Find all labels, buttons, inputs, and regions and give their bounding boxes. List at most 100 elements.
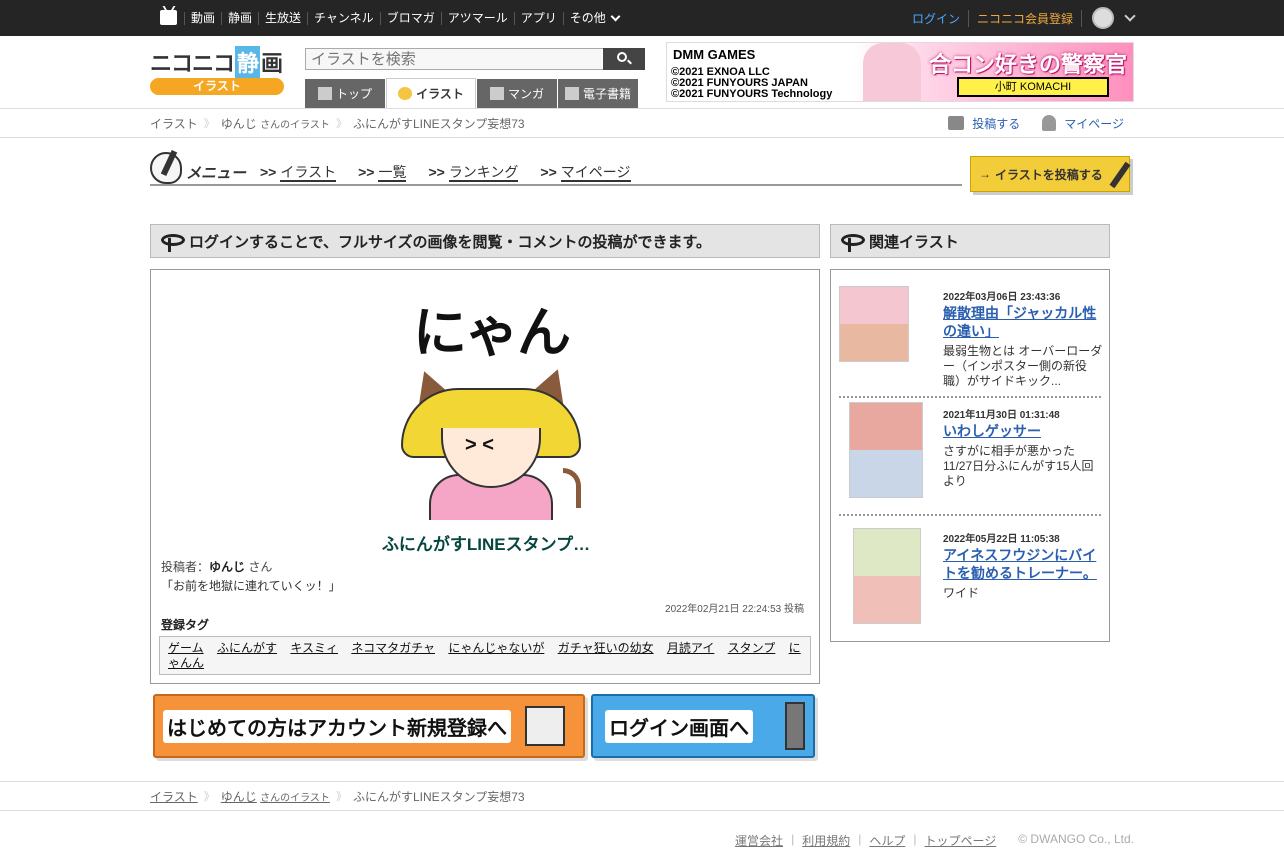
global-nav-blomaga[interactable]: ブロマガ <box>379 11 441 25</box>
post-illust-button-label: イラストを投稿する <box>995 167 1103 182</box>
thumbnail-panel <box>850 450 922 497</box>
thumbnail-panel <box>840 324 908 361</box>
search-icon <box>617 52 627 62</box>
footer-link-company[interactable]: 運営会社 <box>735 832 783 849</box>
user-icon <box>1042 115 1057 131</box>
breadcrumb-root[interactable]: イラスト <box>150 788 198 805</box>
tab-manga-label: マンガ <box>507 87 544 101</box>
tag-item[interactable]: ゲーム <box>168 641 204 655</box>
global-nav-live[interactable]: 生放送 <box>258 11 307 25</box>
related-date: 2022年05月22日 11:05:38 <box>943 534 1060 545</box>
avatar[interactable] <box>1092 7 1114 29</box>
global-nav-more-label: その他 <box>569 10 606 25</box>
global-nav-seiga[interactable]: 静画 <box>221 11 258 25</box>
tag-item[interactable]: キスミィ <box>290 641 338 655</box>
tab-ebook[interactable]: 電子書籍 <box>558 79 638 108</box>
related-thumbnail[interactable] <box>853 528 921 624</box>
related-item[interactable]: 2021年11月30日 01:31:48 いわしゲッサー さすがに相手が悪かった… <box>839 396 1103 516</box>
global-nav-video[interactable]: 動画 <box>184 11 221 25</box>
footer-link-terms[interactable]: 利用規約 <box>802 832 850 849</box>
thumbnail-panel <box>854 529 920 576</box>
related-thumbnail[interactable] <box>849 402 923 498</box>
menu-item-mypage[interactable]: >> マイページ <box>540 162 631 182</box>
tag-item[interactable]: ネコマタガチャ <box>351 641 435 655</box>
poster-line: 投稿者：ゆんじ さん <box>161 558 272 575</box>
breadcrumb-separator: 》 <box>203 791 215 803</box>
breadcrumb-separator: 》 <box>203 118 215 130</box>
footer-link-help[interactable]: ヘルプ <box>869 832 905 849</box>
tag-item[interactable]: ふにんがす <box>217 641 277 655</box>
post-link[interactable]: 投稿する <box>972 115 1020 132</box>
post-illust-button[interactable]: → イラストを投稿する <box>970 156 1131 192</box>
tag-item[interactable]: ガチャ狂いの幼女 <box>558 641 654 655</box>
global-nav-atsumaru[interactable]: アツマール <box>440 11 514 25</box>
divider <box>839 514 1101 516</box>
illust-image[interactable]: にゃん <box>391 288 591 520</box>
site-logo[interactable]: ニコニコ静画 イラスト <box>150 46 286 96</box>
menu-item-illust[interactable]: >> イラスト <box>260 162 337 182</box>
related-item[interactable]: 2022年05月22日 11:05:38 アイネスフウジンにバイトを勧めるトレー… <box>839 520 1103 640</box>
illust-title: ふにんがすLINEスタンプ… <box>381 535 591 554</box>
footer-link-top[interactable]: トップページ <box>924 832 996 849</box>
tab-top-label: トップ <box>335 87 372 101</box>
breadcrumb: イラスト 》 ゆんじ さんのイラスト 》 ふにんがすLINEスタンプ妄想73 <box>150 109 525 137</box>
illust-menu: メニュー >> イラスト >> 一覧 >> ランキング >> マイページ <box>150 150 962 188</box>
menu-item-list[interactable]: >> 一覧 <box>358 162 407 182</box>
related-item[interactable]: 2022年03月06日 23:43:36 解散理由「ジャッカル性の違い」 最弱生… <box>839 278 1103 398</box>
tab-ebook-label: 電子書籍 <box>582 87 631 101</box>
ad-brand: DMM GAMES <box>673 47 756 62</box>
footer-separator: | <box>913 832 917 846</box>
breadcrumb-bar: イラスト 》 ゆんじ さんのイラスト 》 ふにんがすLINEスタンプ妄想73 投… <box>0 108 1284 138</box>
palette-icon <box>150 152 182 184</box>
sprout-icon <box>839 232 865 252</box>
related-title[interactable]: 解散理由「ジャッカル性の違い」 <box>943 304 1103 340</box>
ad-title: 合コン好きの警察官 <box>929 52 1128 77</box>
menu-label: メニュー <box>186 165 247 182</box>
footer-copyright: © DWANGO Co., Ltd. <box>1018 832 1134 846</box>
menu-prefix: >> <box>260 164 277 180</box>
tab-top[interactable]: トップ <box>305 79 385 108</box>
menu-item-label: ランキング <box>448 164 519 182</box>
breadcrumb-user[interactable]: ゆんじ <box>221 788 257 805</box>
related-desc: 最弱生物とは オーバーローダー（インポスター側の新役職）がサイドキック... <box>943 344 1103 388</box>
mypage-link[interactable]: マイページ <box>1064 115 1124 132</box>
menu-prefix: >> <box>540 164 557 180</box>
breadcrumb-separator: 》 <box>335 791 347 803</box>
ad-banner[interactable]: DMM GAMES ©2021 EXNOA LLC ©2021 FUNYOURS… <box>666 42 1134 102</box>
related-title[interactable]: アイネスフウジンにバイトを勧めるトレーナー。 <box>943 546 1103 582</box>
illust-description: 「お前を地獄に連れていくッ！」 <box>161 579 341 593</box>
poster-name[interactable]: ゆんじ <box>209 560 245 574</box>
upload-icon <box>948 116 965 130</box>
breadcrumb-root[interactable]: イラスト <box>150 115 198 132</box>
chevron-down-icon[interactable] <box>1124 10 1136 22</box>
tab-manga[interactable]: マンガ <box>477 79 557 108</box>
logo-text: ニコニコ静画 <box>150 46 286 78</box>
search-input[interactable] <box>306 49 602 69</box>
global-nav-more[interactable]: その他 <box>562 10 625 25</box>
tab-illust[interactable]: イラスト <box>386 78 476 108</box>
tag-item[interactable]: にゃんじゃないが <box>448 641 544 655</box>
register-account-button[interactable]: はじめての方はアカウント新規登録へ <box>153 694 585 758</box>
sprout-icon <box>159 232 185 252</box>
breadcrumb-user-suffix[interactable]: さんのイラスト <box>260 789 330 804</box>
login-notice-text: ログインすることで、フルサイズの画像を閲覧・コメントの投稿ができます。 <box>189 233 712 251</box>
global-nav-app[interactable]: アプリ <box>513 11 563 25</box>
register-link[interactable]: ニコニコ会員登録 <box>969 9 1082 27</box>
login-link[interactable]: ログイン <box>912 9 969 27</box>
footer-breadcrumb-bar: イラスト 》 ゆんじ さんのイラスト 》 ふにんがすLINEスタンプ妄想73 <box>0 781 1284 811</box>
niconico-tv-icon[interactable] <box>160 10 177 25</box>
menu-item-ranking[interactable]: >> ランキング <box>428 162 519 182</box>
breadcrumb-user[interactable]: ゆんじ <box>221 115 257 132</box>
search-button[interactable] <box>603 48 645 70</box>
tag-item[interactable]: 月読アイ <box>667 641 714 655</box>
account-area: ログイン ニコニコ会員登録 <box>912 0 1136 36</box>
ad-copyright-line: ©2021 FUNYOURS Technology <box>671 88 833 100</box>
global-nav-channel[interactable]: チャンネル <box>307 11 380 25</box>
related-thumbnail[interactable] <box>839 286 909 362</box>
related-title[interactable]: いわしゲッサー <box>943 422 1103 440</box>
logo-text-ga: 画 <box>261 52 283 77</box>
login-screen-button[interactable]: ログイン画面へ <box>591 694 815 758</box>
tag-item[interactable]: スタンプ <box>728 641 776 655</box>
related-heading: 関連イラスト <box>869 233 959 251</box>
breadcrumb-user-suffix: さんのイラスト <box>260 119 330 131</box>
